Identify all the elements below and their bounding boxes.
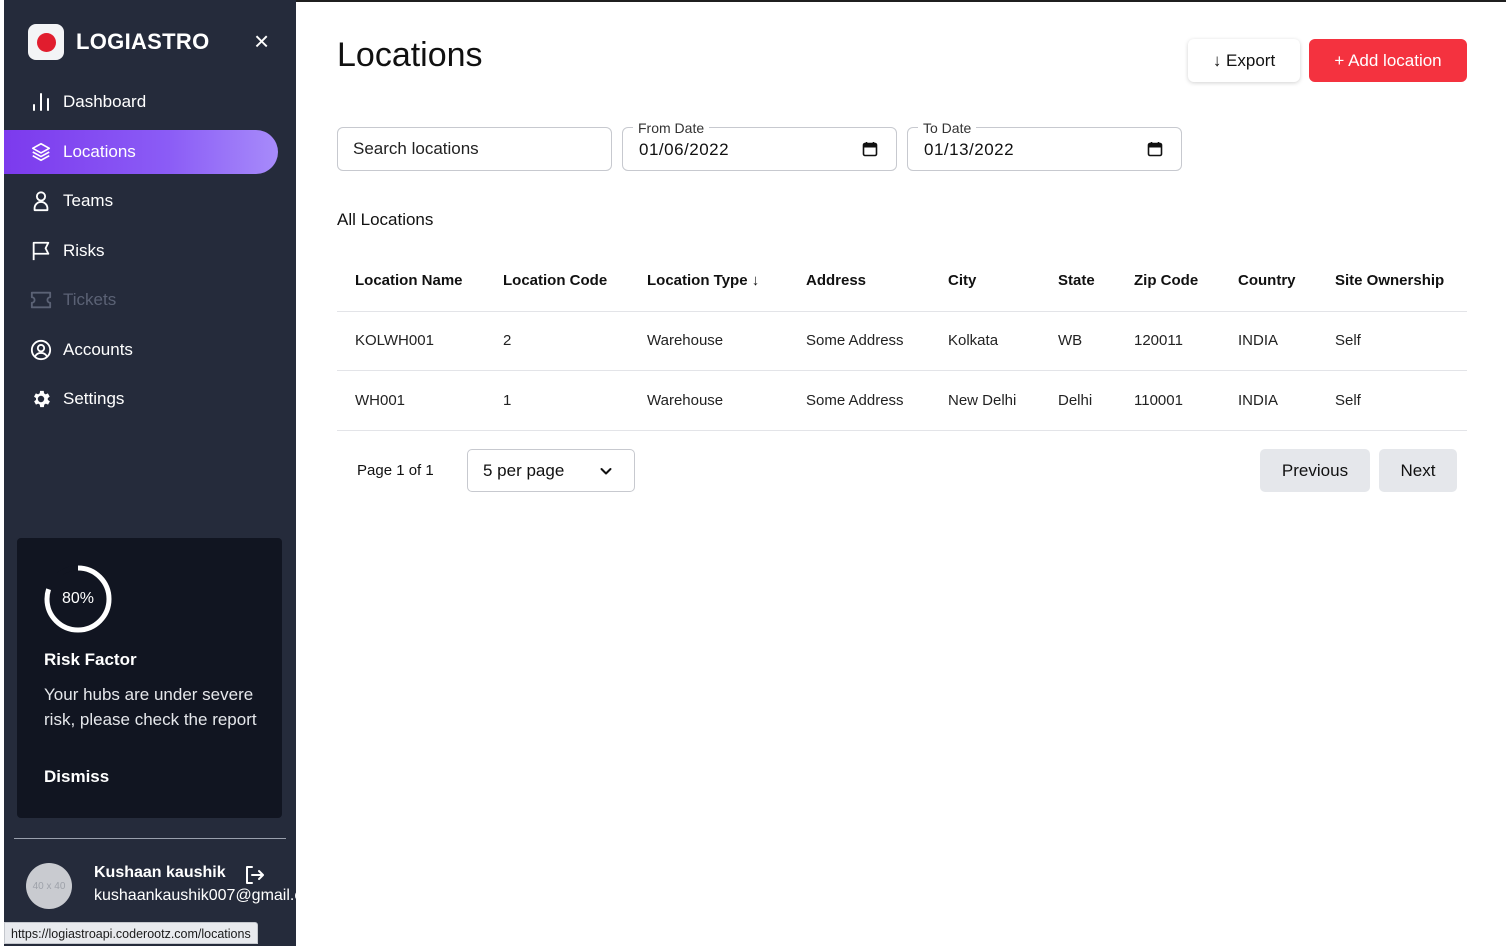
- logout-icon[interactable]: [242, 863, 266, 887]
- app-window: LOGIASTRO × Dashboard Locations Teams Ri…: [0, 0, 1506, 946]
- user-circle-icon: [30, 339, 52, 361]
- calendar-icon[interactable]: [862, 141, 878, 157]
- table-cell: KOLWH001: [337, 311, 485, 371]
- column-header[interactable]: State: [1040, 250, 1116, 312]
- table-row[interactable]: WH001 1 Warehouse Some Address New Delhi…: [337, 370, 1467, 431]
- to-date-label: To Date: [918, 120, 977, 136]
- next-button[interactable]: Next: [1379, 449, 1457, 492]
- column-header[interactable]: Address: [788, 250, 930, 312]
- sidebar-item-label: Dashboard: [63, 92, 147, 111]
- risk-title: Risk Factor: [44, 650, 137, 669]
- status-bar-url: https://logiastroapi.coderootz.com/locat…: [4, 922, 258, 944]
- sidebar-item-label: Settings: [63, 389, 125, 408]
- sidebar-item-risks[interactable]: Risks: [4, 229, 296, 273]
- close-sidebar-icon[interactable]: ×: [254, 26, 269, 56]
- column-header[interactable]: Country: [1220, 250, 1317, 312]
- table-cell: New Delhi: [930, 370, 1040, 431]
- chevron-down-icon: [598, 463, 614, 479]
- table-row[interactable]: KOLWH001 2 Warehouse Some Address Kolkat…: [337, 311, 1467, 371]
- table-cell: 1: [485, 370, 629, 431]
- table-cell: Some Address: [788, 370, 930, 431]
- sidebar: LOGIASTRO × Dashboard Locations Teams Ri…: [4, 0, 296, 946]
- column-header[interactable]: City: [930, 250, 1040, 312]
- risk-percent: 80%: [61, 590, 95, 607]
- page-info: Page 1 of 1: [357, 462, 434, 479]
- table-cell: 120011: [1116, 311, 1220, 371]
- table-cell: Self: [1317, 311, 1467, 371]
- risk-factor-card: 80% Risk Factor Your hubs are under seve…: [17, 538, 282, 818]
- table-cell: Warehouse: [629, 370, 788, 431]
- calendar-icon[interactable]: [1147, 141, 1163, 157]
- layers-icon: [30, 141, 52, 163]
- brand-logo-icon: [28, 24, 64, 60]
- per-page-select[interactable]: 5 per page: [467, 449, 635, 492]
- table-cell: INDIA: [1220, 370, 1317, 431]
- table-cell: WB: [1040, 311, 1116, 371]
- sidebar-item-label: Teams: [63, 191, 114, 210]
- sidebar-item-tickets[interactable]: Tickets: [4, 278, 296, 322]
- add-location-button[interactable]: + Add location: [1309, 39, 1467, 82]
- table-cell: WH001: [337, 370, 485, 431]
- per-page-value: 5 per page: [483, 460, 565, 480]
- brand[interactable]: LOGIASTRO: [28, 24, 209, 60]
- table-cell: Some Address: [788, 311, 930, 371]
- search-input[interactable]: [337, 127, 612, 171]
- from-date-value: 01/06/2022: [639, 140, 730, 159]
- ticket-icon: [30, 289, 52, 311]
- sidebar-item-dashboard[interactable]: Dashboard: [4, 80, 296, 124]
- sidebar-item-locations[interactable]: Locations: [4, 129, 278, 174]
- column-header[interactable]: Location Code: [485, 250, 629, 312]
- export-button[interactable]: ↓ Export: [1188, 39, 1300, 82]
- table-cell: 2: [485, 311, 629, 371]
- column-header[interactable]: Location Name: [337, 250, 485, 312]
- sidebar-item-label: Risks: [63, 240, 105, 260]
- from-date-field[interactable]: From Date 01/06/2022: [622, 120, 897, 171]
- sidebar-nav: Dashboard Locations Teams Risks Tickets …: [4, 80, 296, 427]
- user-name: Kushaan kaushik: [94, 864, 226, 881]
- sidebar-item-accounts[interactable]: Accounts: [4, 328, 296, 372]
- table-cell: INDIA: [1220, 311, 1317, 371]
- user-icon: [30, 190, 52, 212]
- risk-description: Your hubs are under severe risk, please …: [44, 685, 257, 729]
- sidebar-item-label: Accounts: [63, 339, 133, 359]
- column-header[interactable]: Zip Code: [1116, 250, 1220, 312]
- gear-icon: [30, 388, 52, 410]
- table-cell: Delhi: [1040, 370, 1116, 431]
- sidebar-item-label: Tickets: [63, 290, 117, 309]
- table-cell: 110001: [1116, 370, 1220, 431]
- previous-button[interactable]: Previous: [1260, 449, 1370, 492]
- user-email: kushaankaushik007@gmail.com: [94, 887, 296, 904]
- sidebar-divider: [14, 838, 286, 839]
- avatar[interactable]: 40 x 40: [26, 863, 72, 909]
- sidebar-item-settings[interactable]: Settings: [4, 377, 296, 421]
- table-cell: Warehouse: [629, 311, 788, 371]
- flag-icon: [30, 240, 52, 262]
- column-header[interactable]: Location Type ↓: [629, 250, 788, 312]
- bar-chart-icon: [30, 91, 52, 113]
- page-title: Locations: [337, 36, 483, 74]
- table-header-row: Location Name Location Code Location Typ…: [337, 250, 1467, 312]
- dismiss-button[interactable]: Dismiss: [44, 767, 109, 787]
- to-date-value: 01/13/2022: [924, 140, 1015, 159]
- top-border: [296, 0, 1506, 2]
- to-date-field[interactable]: To Date 01/13/2022: [907, 120, 1182, 171]
- from-date-label: From Date: [633, 120, 710, 136]
- table-cell: Kolkata: [930, 311, 1040, 371]
- column-header[interactable]: Site Ownership: [1317, 250, 1467, 312]
- table-cell: Self: [1317, 370, 1467, 431]
- brand-name: LOGIASTRO: [76, 29, 210, 54]
- sidebar-item-label: Locations: [63, 141, 136, 161]
- locations-table: Location Name Location Code Location Typ…: [337, 250, 1467, 431]
- sidebar-item-teams[interactable]: Teams: [4, 179, 296, 223]
- table-title: All Locations: [337, 210, 434, 229]
